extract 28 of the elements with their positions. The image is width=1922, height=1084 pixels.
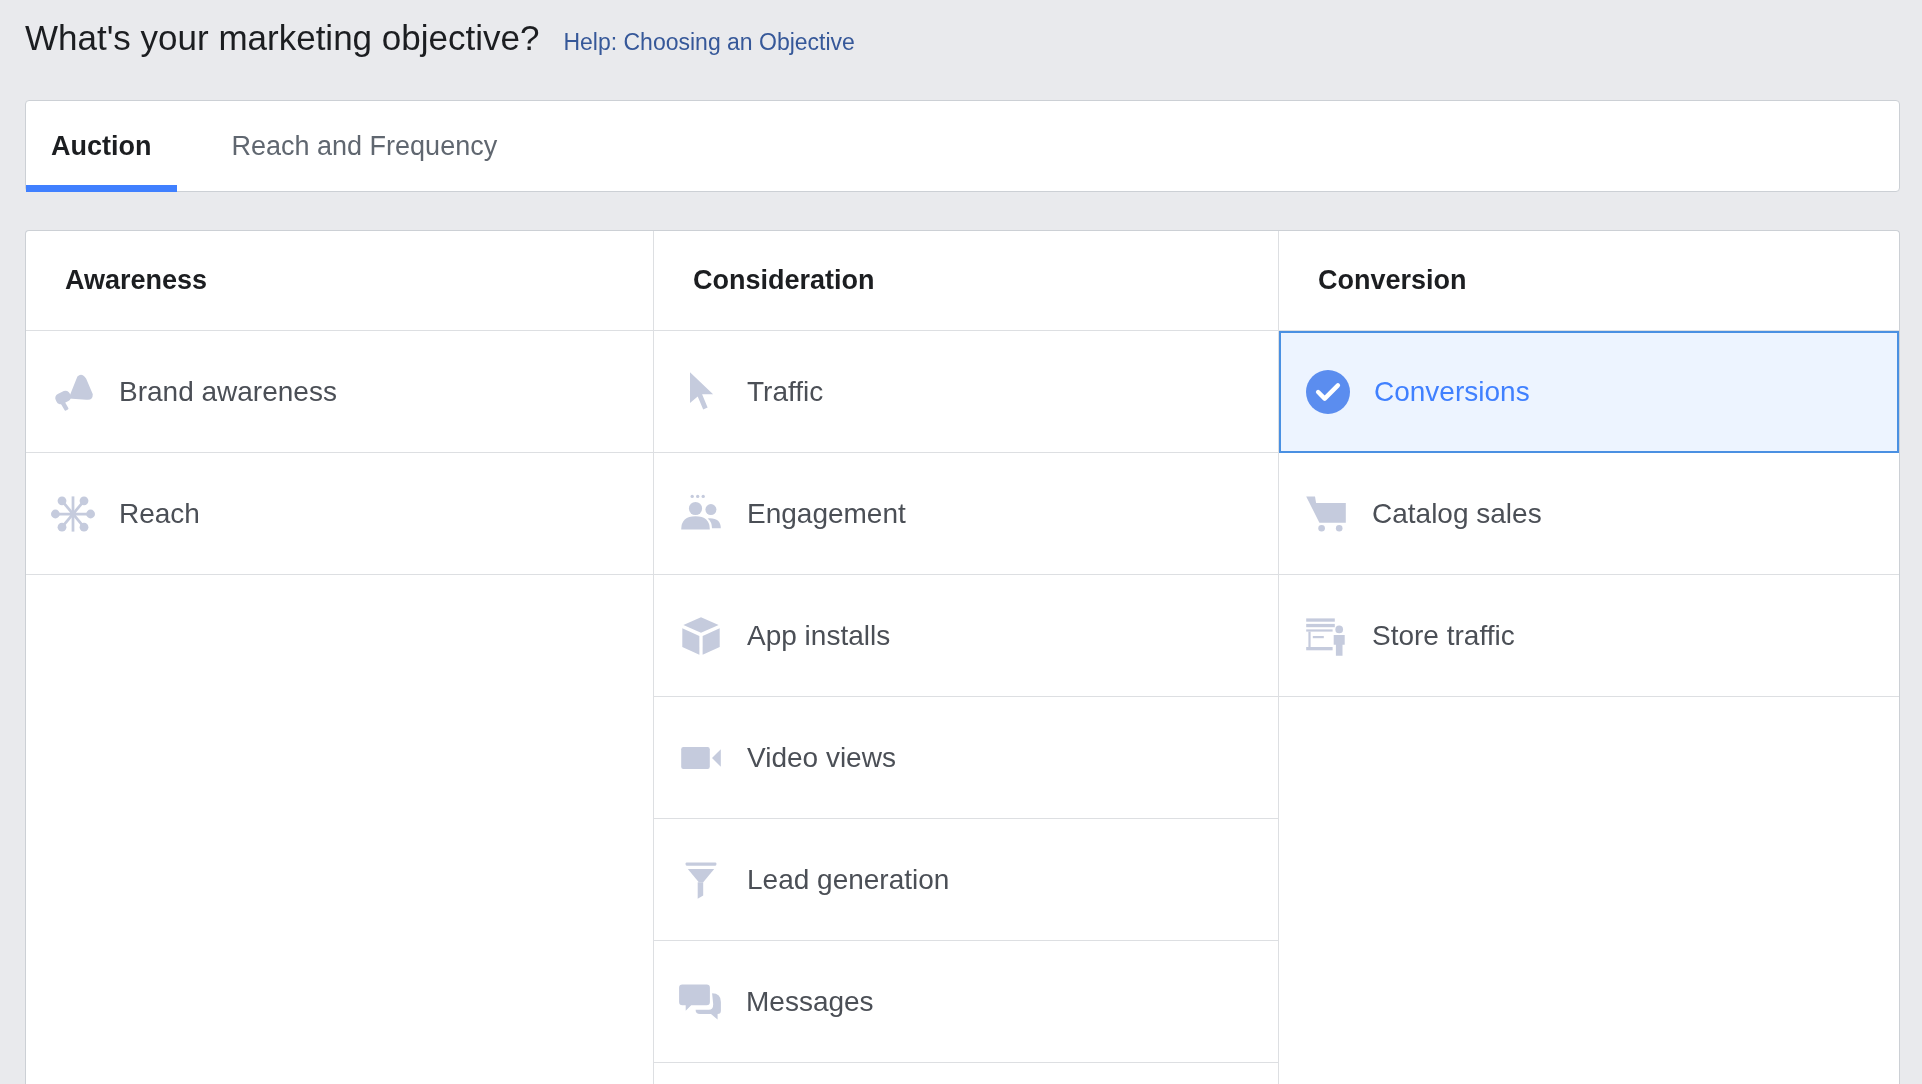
- objective-option[interactable]: Store traffic: [1279, 575, 1899, 697]
- page-title: What's your marketing objective?: [25, 18, 540, 58]
- objective-option[interactable]: Video views: [654, 697, 1278, 819]
- objective-option[interactable]: Catalog sales: [1279, 453, 1899, 575]
- column-header: Consideration: [654, 231, 1278, 331]
- objective-option[interactable]: Lead generation: [654, 819, 1278, 941]
- option-label: Store traffic: [1372, 619, 1515, 652]
- column-header: Awareness: [26, 231, 653, 331]
- option-label: Video views: [747, 741, 896, 774]
- option-label: Lead generation: [747, 863, 950, 896]
- objective-option[interactable]: Messages: [653, 941, 1278, 1063]
- option-label: Reach: [119, 497, 200, 530]
- objective-option[interactable]: Traffic: [654, 331, 1278, 453]
- objective-option[interactable]: Brand awareness: [26, 331, 653, 453]
- tab[interactable]: Reach and Frequency: [206, 101, 523, 192]
- tab[interactable]: Auction: [26, 101, 177, 192]
- option-label: Catalog sales: [1372, 497, 1542, 530]
- help-link[interactable]: Help: Choosing an Objective: [563, 29, 855, 56]
- option-label: Conversions: [1374, 376, 1530, 408]
- option-label: Traffic: [747, 375, 824, 408]
- option-label: Engagement: [747, 497, 906, 530]
- objective-option[interactable]: Engagement: [654, 453, 1278, 575]
- option-label: Brand awareness: [119, 375, 337, 408]
- option-label: Messages: [746, 985, 874, 1018]
- objective-option[interactable]: Reach: [26, 453, 653, 575]
- checkmark-icon: [1306, 370, 1350, 414]
- option-label: App installs: [747, 619, 891, 652]
- objective-option[interactable]: App installs: [654, 575, 1278, 697]
